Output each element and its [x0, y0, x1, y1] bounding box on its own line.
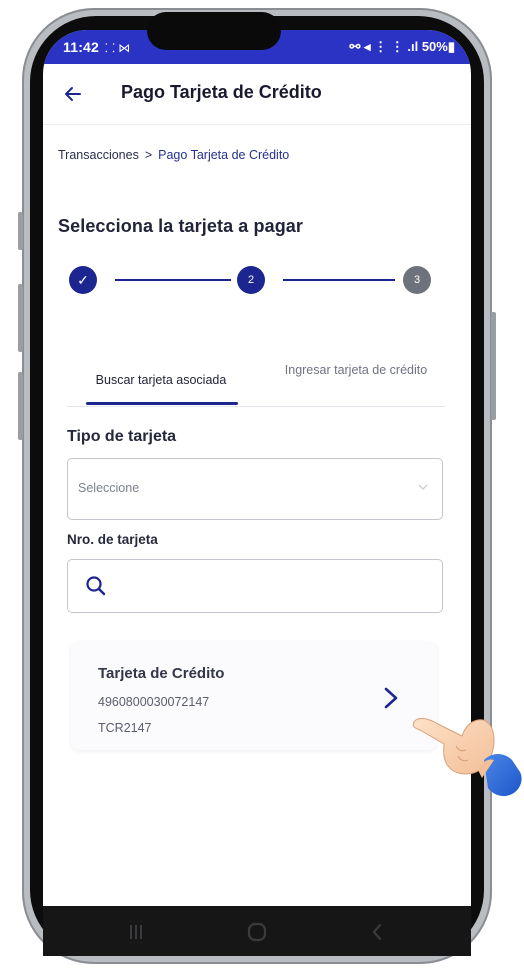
- status-system-icons: ⚯ ◂ ⋮ ⋮ .ıl 50%▮: [349, 39, 456, 54]
- status-notification-icons: ⸬ ⋈: [105, 41, 131, 55]
- card-type-label: Tipo de tarjeta: [67, 428, 177, 445]
- pointing-hand-icon: [412, 717, 522, 796]
- stepper: ✓ 2 3: [69, 266, 433, 296]
- step-1-check-icon: ✓: [69, 266, 97, 294]
- step-3-indicator: 3: [403, 266, 431, 294]
- search-icon: [86, 576, 106, 596]
- side-button-left-1: [18, 212, 23, 250]
- dynamic-island: [147, 12, 281, 50]
- recent-apps-icon[interactable]: [129, 924, 143, 940]
- result-card-number: 4960800030072147: [98, 695, 210, 709]
- chevron-down-icon: [418, 484, 428, 490]
- breadcrumb: Transacciones > Pago Tarjeta de Crédito: [58, 148, 289, 162]
- tab-buscar-tarjeta[interactable]: Buscar tarjeta asociada: [67, 354, 255, 406]
- side-button-left-2: [18, 284, 23, 352]
- section-title: Selecciona la tarjeta a pagar: [58, 216, 304, 236]
- tab-bar: Buscar tarjeta asociada Ingresar tarjeta…: [67, 354, 445, 407]
- arrow-left-icon[interactable]: [61, 82, 85, 106]
- app-bar: Pago Tarjeta de Crédito: [43, 64, 471, 125]
- step-2-indicator: 2: [237, 266, 265, 294]
- tab-ingresar-label: Ingresar tarjeta de crédito: [284, 363, 428, 377]
- card-type-select[interactable]: Seleccione: [67, 458, 443, 520]
- result-card-code: TCR2147: [98, 721, 152, 735]
- system-nav-bar: [43, 906, 471, 956]
- tab-active-indicator: [86, 402, 238, 405]
- card-number-search-input[interactable]: [67, 559, 443, 613]
- step-connector-1: [115, 279, 231, 281]
- card-type-placeholder: Seleccione: [78, 481, 140, 495]
- breadcrumb-item-transacciones[interactable]: Transacciones: [58, 148, 139, 162]
- chevron-right-icon[interactable]: [381, 684, 401, 712]
- side-button-right: [491, 312, 496, 420]
- breadcrumb-separator: >: [144, 148, 153, 162]
- home-icon[interactable]: [247, 922, 267, 942]
- breadcrumb-item-current: Pago Tarjeta de Crédito: [158, 148, 290, 162]
- status-time: 11:42: [63, 39, 100, 55]
- side-button-left-3: [18, 372, 23, 440]
- result-card-title: Tarjeta de Crédito: [98, 665, 225, 682]
- app-screen: 11:42 ⸬ ⋈ ⚯ ◂ ⋮ ⋮ .ıl 50%▮ Pago Tarjeta …: [43, 30, 471, 906]
- step-connector-2: [283, 279, 395, 281]
- page-title: Pago Tarjeta de Crédito: [121, 82, 322, 102]
- tab-buscar-label: Buscar tarjeta asociada: [95, 373, 227, 387]
- tab-ingresar-tarjeta[interactable]: Ingresar tarjeta de crédito: [267, 354, 445, 406]
- card-number-label: Nro. de tarjeta: [67, 532, 158, 547]
- credit-card-result[interactable]: Tarjeta de Crédito 4960800030072147 TCR2…: [71, 642, 437, 750]
- back-nav-icon[interactable]: [371, 923, 383, 941]
